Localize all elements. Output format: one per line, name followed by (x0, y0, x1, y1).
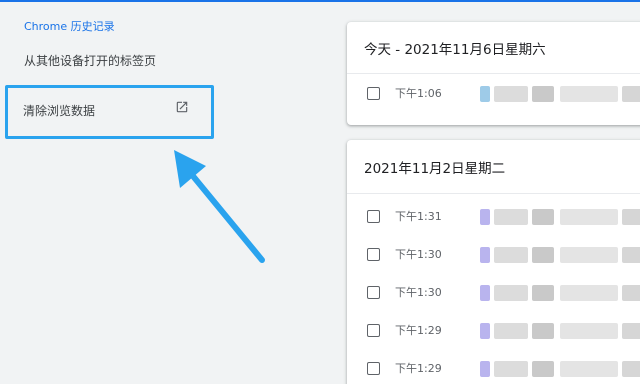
entry-checkbox[interactable] (367, 86, 380, 100)
page-title: Chrome 历史记录 (24, 20, 115, 33)
history-group-today: 今天 - 2021年11月6日星期六 下午1:06 (347, 22, 640, 125)
entry-time: 下午1:31 (395, 210, 442, 223)
blurred-entry-title[interactable] (480, 361, 640, 377)
history-entry[interactable]: 下午1:29 (347, 311, 640, 349)
history-group-nov2: 2021年11月2日星期二 下午1:31 下午1:30 下午1:30 下午1:2… (347, 140, 640, 384)
history-entry[interactable]: 下午1:30 (347, 273, 640, 311)
history-entry[interactable]: 下午1:06 (347, 74, 640, 112)
entry-time: 下午1:06 (395, 87, 442, 100)
entry-time: 下午1:30 (395, 248, 442, 261)
history-entry[interactable]: 下午1:29 (347, 349, 640, 384)
entry-time: 下午1:30 (395, 286, 442, 299)
blurred-entry-title[interactable] (480, 86, 640, 102)
entry-time: 下午1:29 (395, 362, 442, 375)
open-external-icon (176, 101, 188, 113)
entry-checkbox[interactable] (367, 209, 380, 223)
blurred-entry-title[interactable] (480, 247, 640, 263)
history-entry[interactable]: 下午1:31 (347, 197, 640, 235)
entry-checkbox[interactable] (367, 361, 380, 375)
history-entry[interactable]: 下午1:30 (347, 235, 640, 273)
blurred-entry-title[interactable] (480, 285, 640, 301)
annotation-arrow-icon (174, 150, 265, 263)
top-accent-line (0, 0, 640, 2)
other-devices-tabs-link[interactable]: 从其他设备打开的标签页 (24, 52, 156, 69)
clear-browsing-data-label: 清除浏览数据 (23, 104, 96, 118)
entry-checkbox[interactable] (367, 323, 380, 337)
entry-checkbox[interactable] (367, 285, 380, 299)
group-date-header: 2021年11月2日星期二 (347, 140, 640, 194)
entry-checkbox[interactable] (367, 247, 380, 261)
group-date-header: 今天 - 2021年11月6日星期六 (347, 22, 640, 74)
blurred-entry-title[interactable] (480, 209, 640, 225)
entry-time: 下午1:29 (395, 324, 442, 337)
blurred-entry-title[interactable] (480, 323, 640, 339)
clear-browsing-data-button[interactable]: 清除浏览数据 (5, 85, 214, 139)
